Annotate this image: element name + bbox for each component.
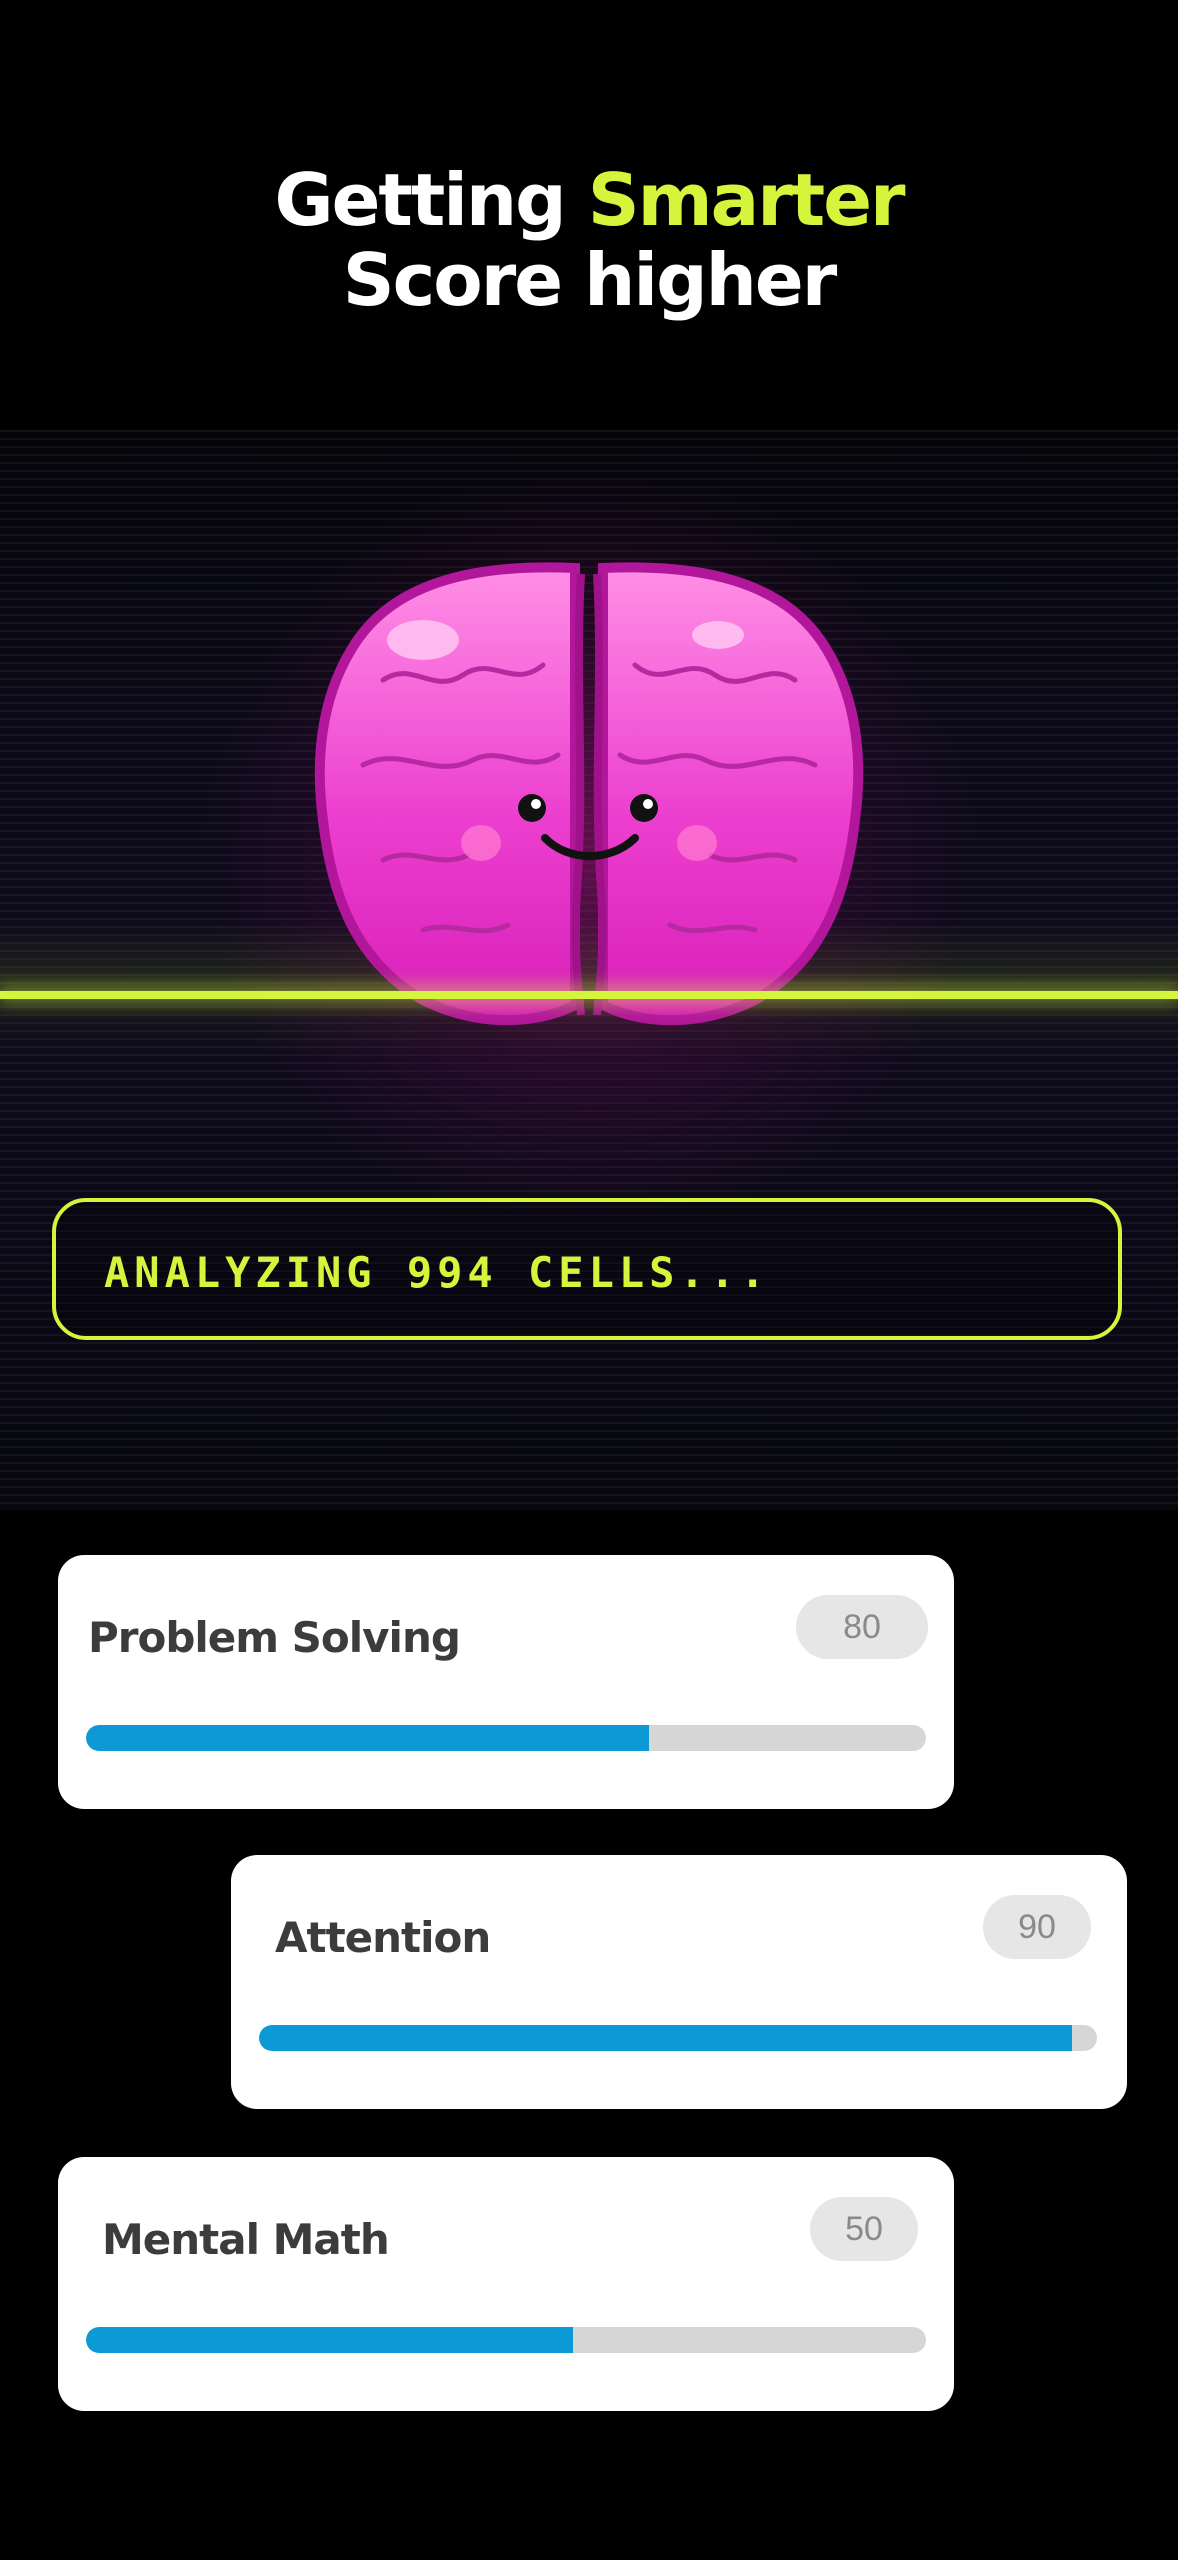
headline-accent: Smarter [587, 158, 906, 242]
skill-progress-fill [259, 2025, 1072, 2051]
skill-progress-fill [86, 1725, 649, 1751]
skill-card-problem-solving: Problem Solving 80 [58, 1555, 954, 1809]
skill-score-badge: 50 [810, 2197, 918, 2261]
skill-progress-fill [86, 2327, 574, 2353]
headline-prefix: Getting [274, 158, 566, 242]
headline-line-1: Getting Smarter [0, 160, 1178, 240]
skill-progress-track [86, 2327, 926, 2353]
headline-line-2: Score higher [342, 238, 837, 322]
skill-label: Attention [275, 1913, 491, 1962]
analysis-status-text: ANALYZING 994 CELLS... [104, 1248, 771, 1297]
skill-score-badge: 80 [796, 1595, 928, 1659]
skill-progress-track [86, 1725, 926, 1751]
analysis-status-box: ANALYZING 994 CELLS... [52, 1198, 1122, 1340]
skill-label: Mental Math [102, 2215, 390, 2264]
skill-progress-track [259, 2025, 1097, 2051]
skill-card-mental-math: Mental Math 50 [58, 2157, 954, 2411]
scan-line [0, 991, 1178, 999]
brain-illustration [314, 562, 864, 1026]
skill-score-badge: 90 [983, 1895, 1091, 1959]
skill-label: Problem Solving [88, 1613, 461, 1662]
skill-card-attention: Attention 90 [231, 1855, 1127, 2109]
headline: Getting Smarter Score higher [0, 160, 1178, 320]
